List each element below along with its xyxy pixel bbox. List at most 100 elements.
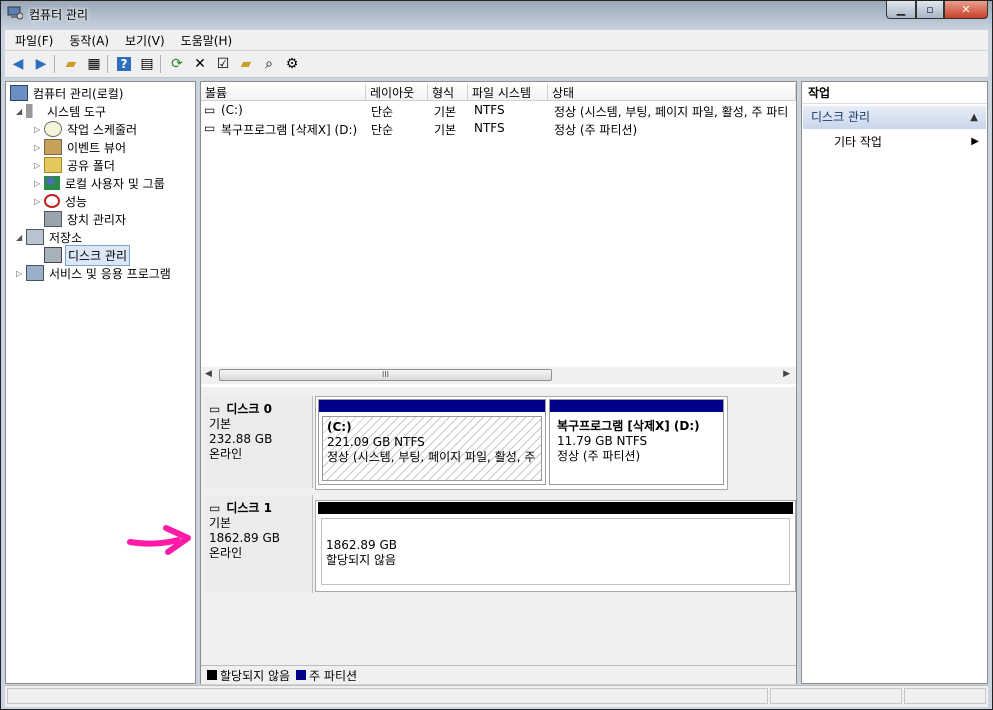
settings-button[interactable]: ⚙ xyxy=(282,54,302,74)
status-segment xyxy=(904,688,986,704)
disk-state: 온라인 xyxy=(209,546,243,560)
folder-up-icon: ▰ xyxy=(65,56,77,72)
column-header-status[interactable]: 상태 xyxy=(548,84,796,101)
back-button[interactable]: ◀ xyxy=(8,54,28,74)
status-bar xyxy=(5,685,988,707)
open-button[interactable]: ▰ xyxy=(236,54,256,74)
horizontal-scrollbar[interactable]: ◀ III ▶ xyxy=(201,367,796,384)
collapse-arrow-icon[interactable]: ◢ xyxy=(16,107,26,116)
tree-item-disk-management[interactable]: 디스크 관리 xyxy=(44,244,131,266)
refresh-button[interactable]: ⟳ xyxy=(167,54,187,74)
properties-icon: ☑ xyxy=(216,56,230,72)
show-hide-tree-button[interactable]: ▦ xyxy=(84,54,104,74)
expand-arrow-icon[interactable]: ▷ xyxy=(34,161,44,170)
search-button[interactable]: ⌕ xyxy=(259,54,279,74)
scroll-right-icon[interactable]: ▶ xyxy=(783,369,790,379)
disk-size: 232.88 GB xyxy=(209,432,273,446)
disk-0-partitions: (C:) 221.09 GB NTFS 정상 (시스템, 부팅, 페이지 파일,… xyxy=(315,396,728,490)
collapse-arrow-icon[interactable]: ◢ xyxy=(16,233,26,242)
properties-button[interactable]: ☑ xyxy=(213,54,233,74)
volume-status: 정상 (시스템, 부팅, 페이지 파일, 활성, 주 파티 xyxy=(554,105,789,119)
help-icon: ? xyxy=(116,57,132,71)
tree-item-storage[interactable]: ◢ 저장소 xyxy=(16,228,84,246)
services-icon xyxy=(26,265,44,281)
disk-name: 디스크 0 xyxy=(226,402,272,416)
partition-size: 11.79 GB NTFS xyxy=(557,434,648,448)
column-header-file-system[interactable]: 파일 시스템 xyxy=(468,84,548,101)
tree-item-device-manager[interactable]: 장치 관리자 xyxy=(44,210,128,228)
back-arrow-icon: ◀ xyxy=(12,56,24,72)
disk-kind: 기본 xyxy=(209,516,232,530)
actions-header: 작업 xyxy=(802,82,987,104)
close-button[interactable]: ✕ xyxy=(944,1,988,19)
expand-arrow-icon[interactable]: ▷ xyxy=(34,143,44,152)
table-row[interactable]: ▭ (C:) 단순 기본 NTFS 정상 (시스템, 부팅, 페이지 파일, 활… xyxy=(201,102,796,119)
primary-partition-bar xyxy=(550,400,723,412)
up-one-level-button[interactable]: ▰ xyxy=(61,54,81,74)
legend-label-primary: 주 파티션 xyxy=(309,668,358,683)
title-bar[interactable]: 컴퓨터 관리 ▁ ▫ ✕ xyxy=(1,1,993,27)
menu-action[interactable]: 동작(A) xyxy=(59,32,115,49)
settings-icon: ⚙ xyxy=(285,56,299,72)
partition-d[interactable]: 복구프로그램 [삭제X] (D:) 11.79 GB NTFS 정상 (주 파티… xyxy=(549,399,724,485)
tree-item-shared-folders[interactable]: ▷ 공유 폴더 xyxy=(34,156,117,174)
volume-file-system: NTFS xyxy=(474,103,505,117)
more-actions-item[interactable]: 기타 작업 ▶ xyxy=(802,133,987,151)
unallocated-space[interactable]: 1862.89 GB 할당되지 않음 xyxy=(318,502,793,588)
tree-item-task-scheduler[interactable]: ▷ 작업 스케줄러 xyxy=(34,120,139,138)
maximize-button[interactable]: ▫ xyxy=(916,1,944,19)
action-pane-icon: ▤ xyxy=(140,56,154,72)
partition-size: 221.09 GB NTFS xyxy=(327,435,425,449)
primary-partition-bar xyxy=(319,400,545,412)
refresh-icon: ⟳ xyxy=(171,56,183,72)
partition-name: (C:) xyxy=(327,420,352,434)
disk-0-label[interactable]: ▭ 디스크 0 기본 232.88 GB 온라인 xyxy=(203,396,313,488)
table-row[interactable]: ▭ 복구프로그램 [삭제X] (D:) 단순 기본 NTFS 정상 (주 파티션… xyxy=(201,120,796,137)
expand-arrow-icon[interactable]: ▷ xyxy=(34,125,44,134)
clock-icon xyxy=(44,121,62,137)
partition-size: 1862.89 GB xyxy=(326,538,397,552)
shared-folder-icon xyxy=(44,157,62,173)
users-icon xyxy=(44,176,60,190)
legend: 할당되지 않음 주 파티션 xyxy=(201,665,796,684)
tree-item-performance[interactable]: ▷ 성능 xyxy=(34,192,89,210)
column-header-layout[interactable]: 레이아웃 xyxy=(366,84,428,101)
show-hide-action-pane-button[interactable]: ▤ xyxy=(137,54,157,74)
expand-arrow-icon[interactable]: ▷ xyxy=(16,269,26,278)
more-actions-label: 기타 작업 xyxy=(834,135,882,149)
actions-section-label: 디스크 관리 xyxy=(811,110,871,124)
tree-item-services[interactable]: ▷ 서비스 및 응용 프로그램 xyxy=(16,264,173,282)
expand-arrow-icon[interactable]: ▷ xyxy=(34,197,44,206)
scroll-thumb[interactable]: III xyxy=(219,369,552,381)
column-header-type[interactable]: 형식 xyxy=(428,84,468,101)
tree-item-local-users[interactable]: ▷ 로컬 사용자 및 그룹 xyxy=(34,174,167,192)
partition-status: 정상 (주 파티션) xyxy=(557,449,641,463)
partition-body-selected: (C:) 221.09 GB NTFS 정상 (시스템, 부팅, 페이지 파일,… xyxy=(322,416,542,481)
menu-view[interactable]: 보기(V) xyxy=(115,32,171,49)
menu-help[interactable]: 도움말(H) xyxy=(171,32,239,49)
help-button[interactable]: ? xyxy=(114,54,134,74)
partition-c[interactable]: (C:) 221.09 GB NTFS 정상 (시스템, 부팅, 페이지 파일,… xyxy=(318,399,546,485)
disk-state: 온라인 xyxy=(209,447,243,461)
expand-arrow-icon[interactable]: ▷ xyxy=(34,179,44,188)
delete-button[interactable]: ✕ xyxy=(190,54,210,74)
scroll-left-icon[interactable]: ◀ xyxy=(205,369,212,379)
close-icon: ✕ xyxy=(961,3,971,16)
actions-pane: 작업 디스크 관리 ▲ 기타 작업 ▶ xyxy=(801,81,988,684)
partition-body: 복구프로그램 [삭제X] (D:) 11.79 GB NTFS 정상 (주 파티… xyxy=(553,416,720,481)
tree-item-system-tools[interactable]: ◢ 시스템 도구 xyxy=(16,102,108,120)
minimize-button[interactable]: ▁ xyxy=(886,1,916,19)
tree-item-event-viewer[interactable]: ▷ 이벤트 뷰어 xyxy=(34,138,128,156)
actions-section-disk-management[interactable]: 디스크 관리 ▲ xyxy=(803,106,986,129)
event-viewer-icon xyxy=(44,139,62,155)
column-header-volume[interactable]: 볼륨 xyxy=(201,84,366,101)
tree-item-root[interactable]: 컴퓨터 관리(로컬) xyxy=(10,84,125,102)
menu-file[interactable]: 파일(F) xyxy=(5,32,59,49)
performance-icon xyxy=(44,194,60,208)
disk-1-label[interactable]: ▭ 디스크 1 기본 1862.89 GB 온라인 xyxy=(203,495,313,593)
volume-name: (C:) xyxy=(221,103,243,117)
status-segment xyxy=(770,688,902,704)
collapse-up-icon[interactable]: ▲ xyxy=(970,106,978,129)
volume-file-system: NTFS xyxy=(474,121,505,135)
forward-button[interactable]: ▶ xyxy=(31,54,51,74)
